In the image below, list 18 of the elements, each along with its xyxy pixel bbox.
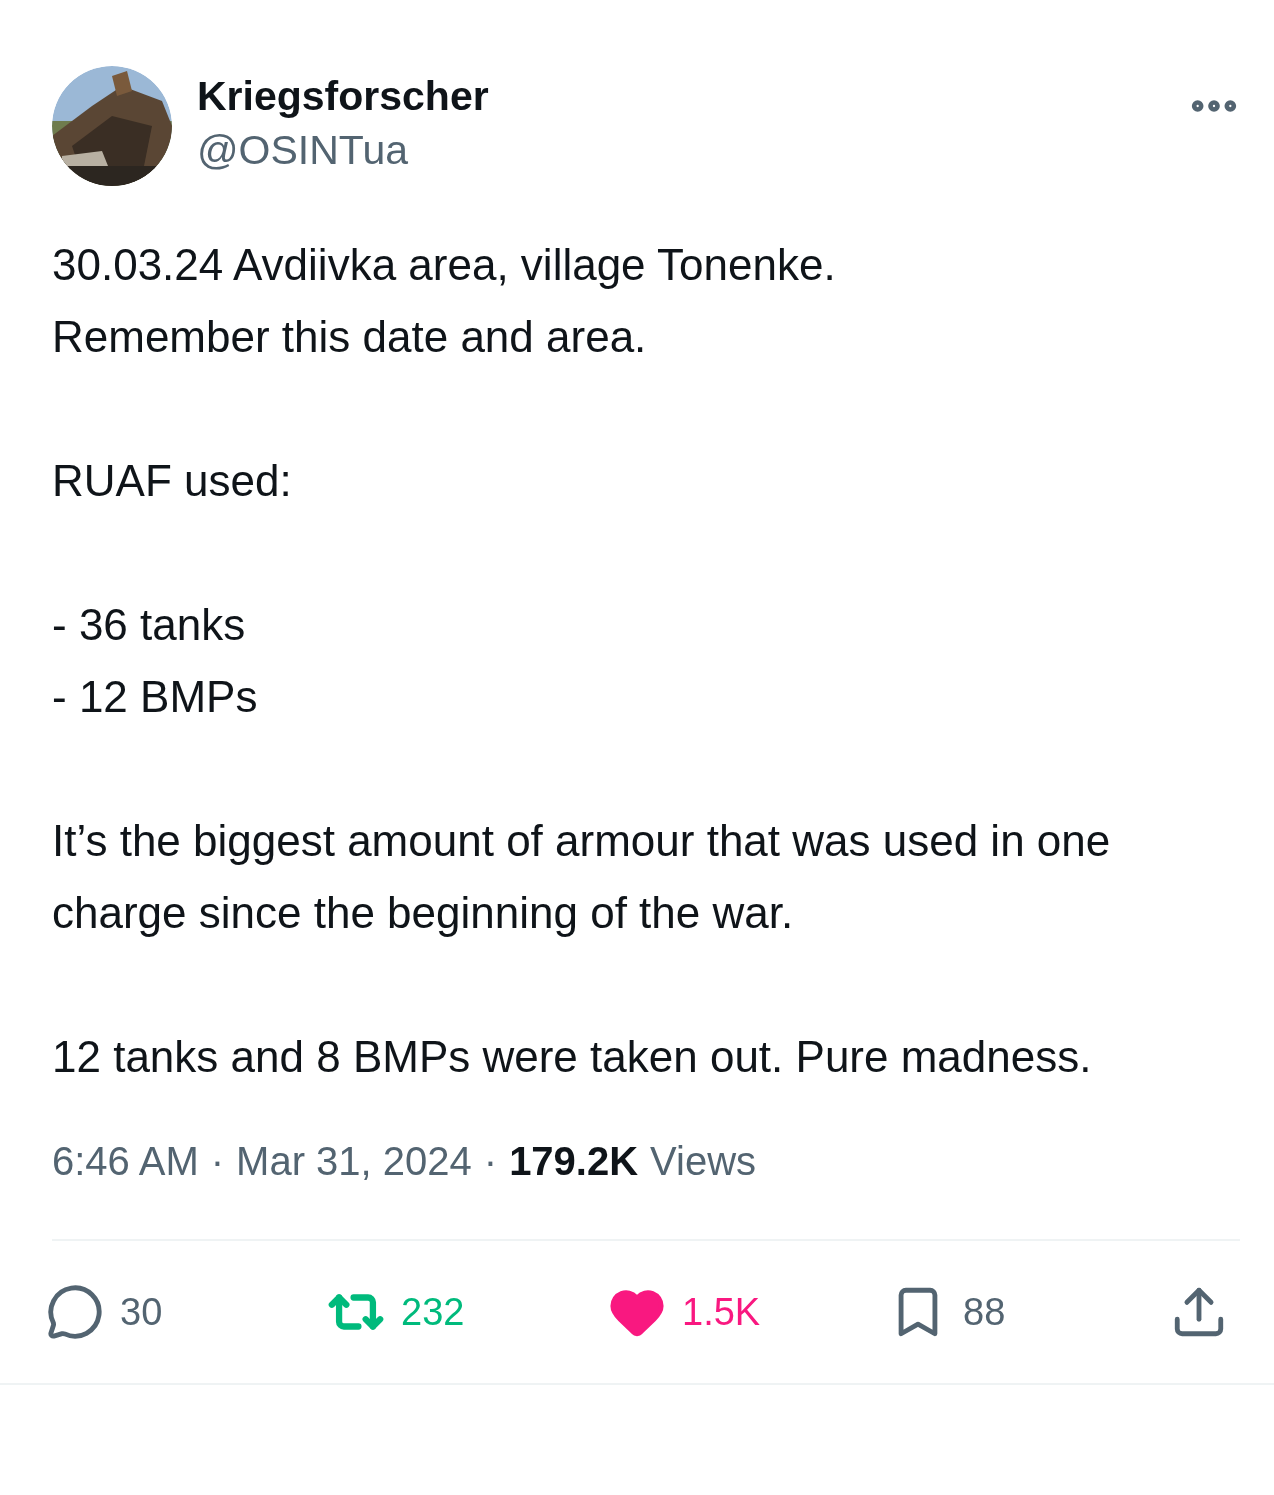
- tweet-text: - 36 tanks: [52, 599, 247, 651]
- tweet-text: RUAF used:: [52, 455, 293, 507]
- author-handle[interactable]: @OSINTua: [197, 122, 1186, 178]
- tweet-text: 12 tanks and 8 BMPs were taken out. Pure madness.: [52, 1031, 1093, 1083]
- separator: ·: [210, 1138, 225, 1185]
- author-name[interactable]: Kriegsforscher: [197, 70, 1186, 122]
- like-button[interactable]: 1.5K: [608, 1283, 778, 1341]
- meta-text[interactable]: 6:46 AM: [52, 1133, 199, 1189]
- bookmark-button[interactable]: 88: [889, 1283, 1059, 1341]
- tweet-text: Remember this date and area.: [52, 311, 648, 363]
- reply-button[interactable]: 30: [46, 1283, 216, 1341]
- separator: ·: [483, 1138, 498, 1185]
- meta-text[interactable]: Mar 31, 2024: [236, 1133, 472, 1189]
- tweet-text: 30.03.24 Avdiivka area, village Tonenke.: [52, 239, 837, 291]
- meta-text[interactable]: Views: [650, 1133, 757, 1189]
- view-count: 179.2K: [509, 1138, 639, 1185]
- tweet-text: It’s the biggest amount of armour that was used in one charge since the beginning of the war.: [52, 815, 1112, 939]
- tweet-text: - 12 BMPs: [52, 671, 259, 723]
